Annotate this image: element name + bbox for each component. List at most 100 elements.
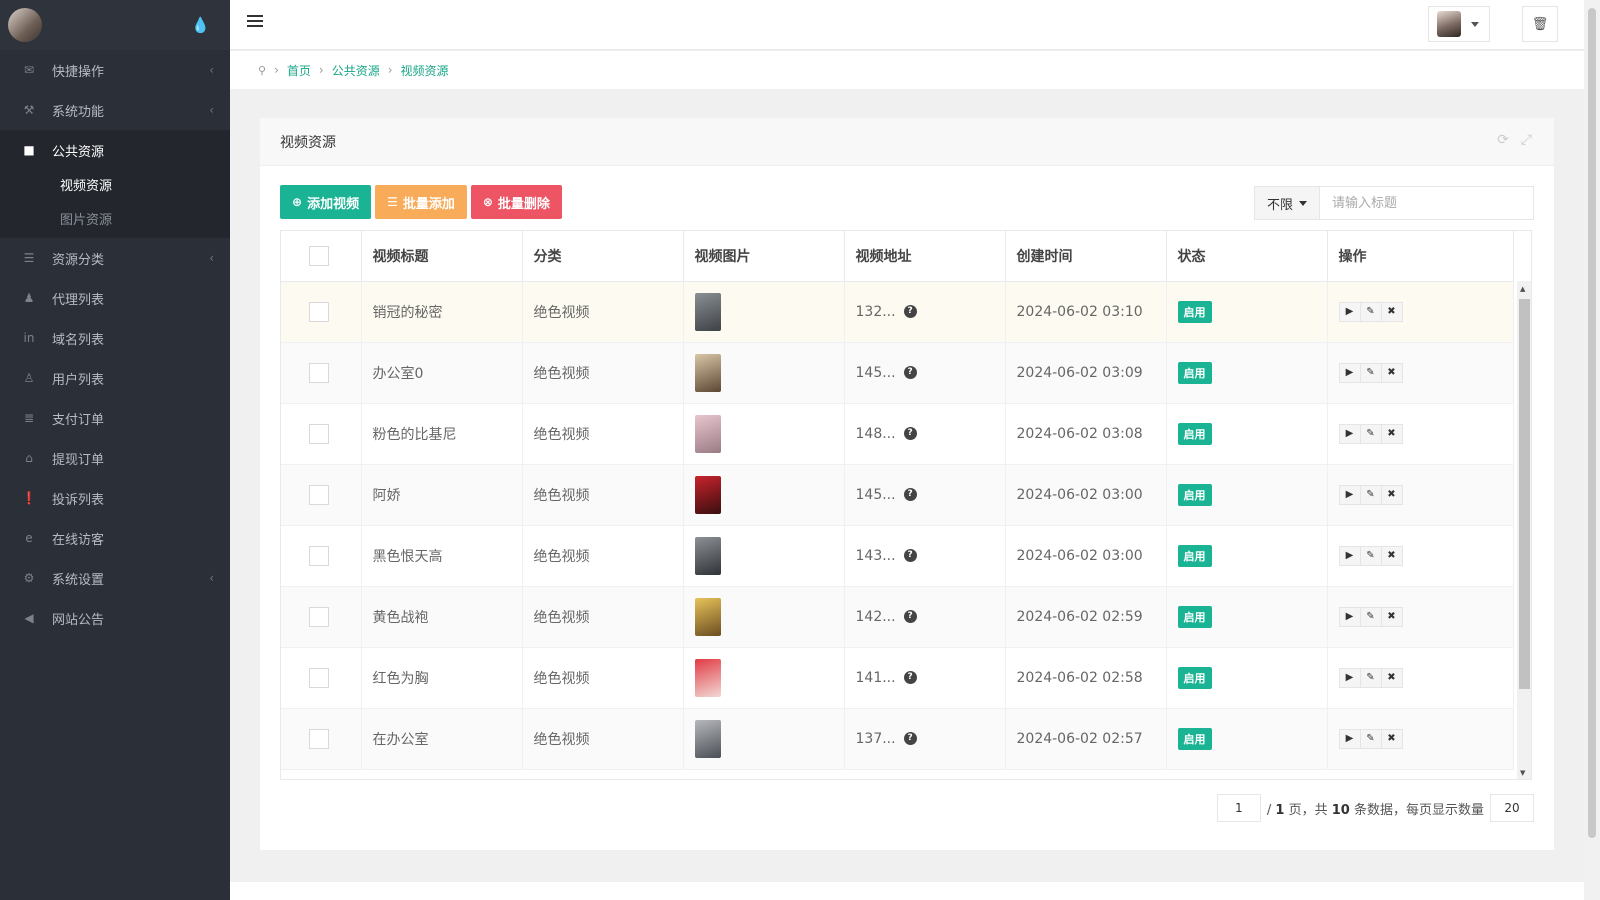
sidebar-item[interactable]: ♟ 代理列表 (0, 278, 230, 318)
water-drop-icon[interactable]: 💧 (191, 16, 210, 34)
scroll-up-icon[interactable]: ▲ (1520, 285, 1525, 293)
row-checkbox[interactable] (309, 728, 329, 749)
table-row[interactable]: 红色为胸 绝色视频 141...? 2024-06-02 02:58 启用 ▶ ✎ ✖ (281, 647, 1514, 709)
logo-avatar[interactable] (8, 8, 42, 42)
question-circle-icon[interactable]: ? (903, 366, 917, 379)
question-circle-icon[interactable]: ? (903, 671, 917, 684)
sidebar-subitem-video-resources[interactable]: 视频资源 (0, 170, 230, 204)
sidebar-item[interactable]: ◀ 网站公告 (0, 598, 230, 638)
page-size-input[interactable] (1490, 794, 1534, 822)
edit-icon[interactable]: ✎ (1359, 728, 1382, 749)
sidebar-item[interactable]: ⚙ 系统设置 ‹ (0, 558, 230, 598)
user-menu-button[interactable] (1428, 6, 1490, 42)
edit-icon[interactable]: ✎ (1359, 606, 1382, 627)
add-video-button[interactable]: ⊕ 添加视频 (280, 185, 372, 219)
video-thumbnail[interactable] (694, 292, 721, 331)
clear-cache-button[interactable]: 🗑 (1522, 6, 1558, 42)
delete-icon[interactable]: ✖ (1380, 545, 1403, 566)
table-row[interactable]: 在办公室 绝色视频 137...? 2024-06-02 02:57 启用 ▶ ✎ ✖ (281, 708, 1514, 770)
sidebar-item[interactable]: ⌂ 提现订单 (0, 438, 230, 478)
sidebar-item[interactable]: ≣ 支付订单 (0, 398, 230, 438)
delete-icon[interactable]: ✖ (1380, 362, 1403, 383)
play-icon[interactable]: ▶ (1338, 362, 1361, 383)
page-scrollbar-thumb[interactable] (1588, 8, 1596, 838)
sidebar-item[interactable]: ☰ 资源分类 ‹ (0, 238, 230, 278)
status-badge[interactable]: 启用 (1177, 483, 1212, 506)
delete-icon[interactable]: ✖ (1380, 484, 1403, 505)
edit-icon[interactable]: ✎ (1359, 667, 1382, 688)
row-checkbox[interactable] (309, 667, 329, 688)
delete-icon[interactable]: ✖ (1380, 423, 1403, 444)
sidebar-item[interactable]: ♙ 用户列表 (0, 358, 230, 398)
video-thumbnail[interactable] (694, 536, 721, 575)
row-checkbox[interactable] (309, 362, 329, 383)
row-checkbox[interactable] (309, 484, 329, 505)
fullscreen-icon[interactable]: ⤢ (1521, 132, 1532, 148)
video-thumbnail[interactable] (694, 658, 721, 697)
edit-icon[interactable]: ✎ (1359, 423, 1382, 444)
status-badge[interactable]: 启用 (1177, 544, 1212, 567)
play-icon[interactable]: ▶ (1338, 484, 1361, 505)
sidebar-subitem-image-resources[interactable]: 图片资源 (0, 204, 230, 238)
sidebar-item[interactable]: in 域名列表 (0, 318, 230, 358)
table-row[interactable]: 办公室0 绝色视频 145...? 2024-06-02 03:09 启用 ▶ ✎ ✖ (281, 342, 1514, 404)
filter-select[interactable]: 不限 (1254, 186, 1320, 220)
breadcrumb-public-resources[interactable]: 公共资源 (332, 62, 380, 79)
page-number-input[interactable] (1216, 794, 1261, 822)
refresh-icon[interactable]: ⟳ (1497, 132, 1509, 148)
sidebar-item[interactable]: e 在线访客 (0, 518, 230, 558)
table-row[interactable]: 阿娇 绝色视频 145...? 2024-06-02 03:00 启用 ▶ ✎ ✖ (281, 464, 1514, 526)
sidebar-item-public-resources[interactable]: ■ 公共资源 (0, 130, 230, 170)
edit-icon[interactable]: ✎ (1359, 545, 1382, 566)
question-circle-icon[interactable]: ? (903, 549, 917, 562)
question-circle-icon[interactable]: ? (903, 732, 917, 745)
row-checkbox[interactable] (309, 301, 329, 322)
table-row[interactable]: 销冠的秘密 绝色视频 132...? 2024-06-02 03:10 启用 ▶ ✎ ✖ (281, 281, 1514, 343)
menu-toggle-icon[interactable] (247, 15, 263, 31)
status-badge[interactable]: 启用 (1177, 727, 1212, 750)
edit-icon[interactable]: ✎ (1359, 362, 1382, 383)
video-thumbnail[interactable] (694, 597, 721, 636)
status-badge[interactable]: 启用 (1177, 300, 1212, 323)
sidebar-item[interactable]: ✉ 快捷操作 ‹ (0, 50, 230, 90)
play-icon[interactable]: ▶ (1338, 606, 1361, 627)
delete-icon[interactable]: ✖ (1380, 301, 1403, 322)
row-checkbox[interactable] (309, 545, 329, 566)
video-thumbnail[interactable] (694, 719, 721, 758)
video-thumbnail[interactable] (694, 414, 721, 453)
delete-icon[interactable]: ✖ (1380, 606, 1403, 627)
scrollbar-thumb[interactable] (1519, 299, 1530, 689)
search-input[interactable] (1320, 186, 1534, 220)
delete-icon[interactable]: ✖ (1380, 728, 1403, 749)
page-scrollbar[interactable] (1584, 0, 1600, 900)
status-badge[interactable]: 启用 (1177, 666, 1212, 689)
batch-add-button[interactable]: ☰ 批量添加 (375, 185, 467, 219)
row-checkbox[interactable] (309, 606, 329, 627)
table-scrollbar[interactable]: ▲ ▼ (1517, 281, 1531, 779)
play-icon[interactable]: ▶ (1338, 667, 1361, 688)
video-thumbnail[interactable] (694, 475, 721, 514)
batch-delete-button[interactable]: ⊗ 批量删除 (470, 185, 562, 219)
status-badge[interactable]: 启用 (1177, 605, 1212, 628)
delete-icon[interactable]: ✖ (1380, 667, 1403, 688)
video-thumbnail[interactable] (694, 353, 721, 392)
scroll-down-icon[interactable]: ▼ (1520, 769, 1525, 777)
question-circle-icon[interactable]: ? (903, 305, 917, 318)
play-icon[interactable]: ▶ (1338, 545, 1361, 566)
status-badge[interactable]: 启用 (1177, 361, 1212, 384)
question-circle-icon[interactable]: ? (903, 427, 917, 440)
question-circle-icon[interactable]: ? (903, 488, 917, 501)
status-badge[interactable]: 启用 (1177, 422, 1212, 445)
sidebar-item[interactable]: ❗ 投诉列表 (0, 478, 230, 518)
row-checkbox[interactable] (309, 423, 329, 444)
select-all-checkbox[interactable] (309, 245, 329, 266)
breadcrumb-home[interactable]: 首页 (287, 62, 311, 79)
sidebar-item[interactable]: ⚒ 系统功能 ‹ (0, 90, 230, 130)
play-icon[interactable]: ▶ (1338, 423, 1361, 444)
table-row[interactable]: 黑色恨天高 绝色视频 143...? 2024-06-02 03:00 启用 ▶ ✎ ✖ (281, 525, 1514, 587)
question-circle-icon[interactable]: ? (903, 610, 917, 623)
table-row[interactable]: 粉色的比基尼 绝色视频 148...? 2024-06-02 03:08 启用 ▶ ✎ ✖ (281, 403, 1514, 465)
play-icon[interactable]: ▶ (1338, 301, 1361, 322)
table-row[interactable]: 黄色战袍 绝色视频 142...? 2024-06-02 02:59 启用 ▶ ✎ ✖ (281, 586, 1514, 648)
edit-icon[interactable]: ✎ (1359, 301, 1382, 322)
